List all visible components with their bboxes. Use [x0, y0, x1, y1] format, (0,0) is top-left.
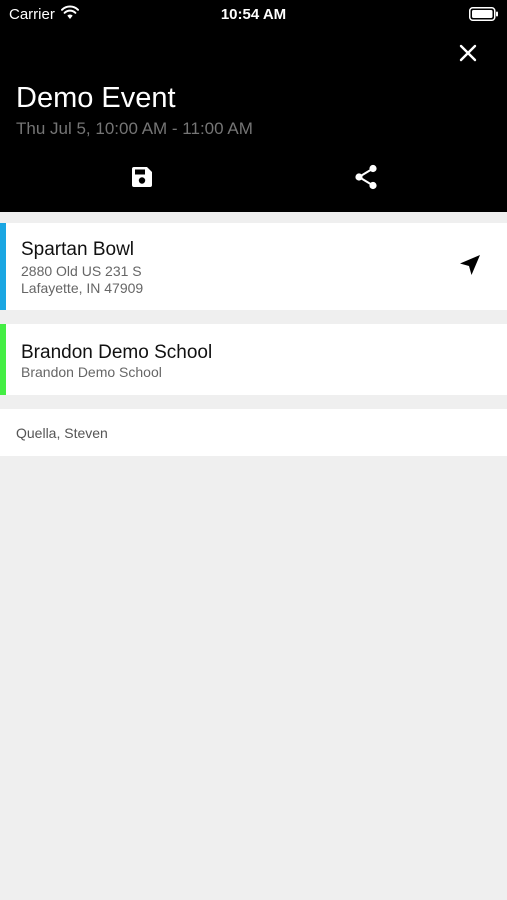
share-icon [355, 164, 377, 190]
save-button[interactable] [126, 161, 158, 193]
status-time: 10:54 AM [220, 6, 287, 23]
attendee-row[interactable]: Quella, Steven [0, 409, 507, 456]
school-name: Brandon Demo School [21, 342, 213, 363]
share-button[interactable] [350, 161, 382, 193]
school-color-stripe [0, 324, 6, 395]
event-header: Carrier 10:54 AM Demo Event Thu Jul 5, 1… [0, 0, 507, 212]
school-subtitle: Brandon Demo School [21, 364, 162, 380]
location-address-line1: 2880 Old US 231 S [21, 263, 142, 279]
school-card[interactable]: Brandon Demo School Brandon Demo School [0, 324, 507, 395]
navigation-arrow-icon [460, 255, 480, 275]
location-color-stripe [0, 223, 6, 310]
location-address-line2: Lafayette, IN 47909 [21, 280, 144, 296]
attendee-name: Quella, Steven [16, 425, 108, 441]
event-datetime: Thu Jul 5, 10:00 AM - 11:00 AM [16, 119, 253, 138]
save-icon [132, 167, 152, 187]
location-name: Spartan Bowl [21, 239, 135, 260]
event-title: Demo Event [16, 82, 176, 114]
battery-icon [469, 7, 498, 21]
close-button[interactable] [452, 37, 484, 69]
status-bar: Carrier 10:54 AM [0, 0, 507, 30]
close-icon [459, 44, 477, 62]
location-card[interactable]: Spartan Bowl 2880 Old US 231 S Lafayette… [0, 223, 507, 310]
navigate-button[interactable] [452, 247, 488, 283]
